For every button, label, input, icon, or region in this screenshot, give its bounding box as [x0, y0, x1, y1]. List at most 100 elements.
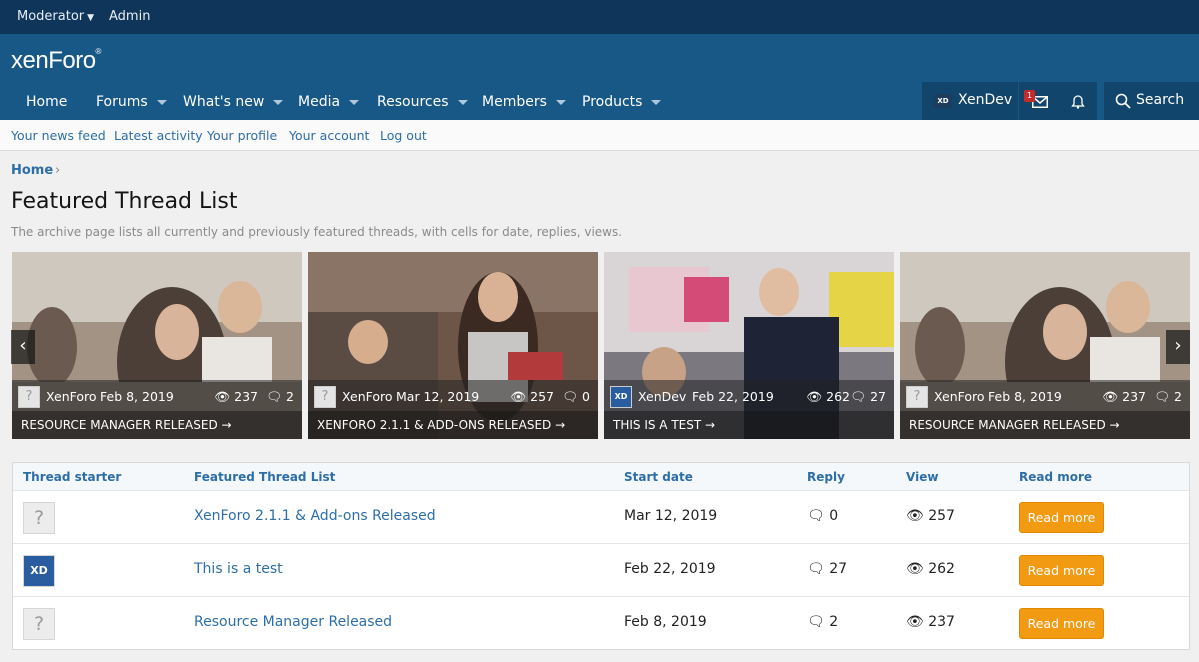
- site-header: xenForo®: [0, 34, 1199, 84]
- thread-replies: 🗨 2: [807, 614, 838, 630]
- carousel-slide[interactable]: XD XenDev Feb 22, 2019 👁 262 🗨 27 THIS I…: [604, 252, 894, 439]
- col-thread-starter[interactable]: Thread starter: [23, 470, 121, 484]
- comments-icon: 🗨: [562, 389, 579, 404]
- chevron-down-icon[interactable]: [156, 99, 167, 105]
- slide-meta: ? XenForo Mar 12, 2019 👁 257 🗨 0: [308, 380, 598, 411]
- avatar[interactable]: ?: [23, 502, 55, 534]
- col-start-date[interactable]: Start date: [624, 470, 693, 484]
- carousel-slide[interactable]: ? XenForo Feb 8, 2019 👁 237 🗨 2 RESOURCE…: [12, 252, 302, 439]
- table-row: ? Resource Manager Released Feb 8, 2019 …: [13, 597, 1189, 650]
- slide-views: 👁 237: [1102, 389, 1146, 405]
- thread-title-link[interactable]: This is a test: [194, 561, 283, 577]
- slide-date: Feb 8, 2019: [100, 389, 174, 404]
- search-button[interactable]: Search: [1104, 82, 1199, 120]
- site-logo[interactable]: xenForo®: [11, 47, 101, 75]
- staff-bar: Moderator ▼ Admin: [0, 0, 1199, 34]
- views-count: 257: [928, 508, 955, 524]
- carousel-slide[interactable]: ? XenForo Mar 12, 2019 👁 257 🗨 0 XENFORO…: [308, 252, 598, 439]
- slide-date: Mar 12, 2019: [396, 389, 480, 404]
- tab-media[interactable]: Media: [298, 84, 360, 120]
- tab-label: What's new: [183, 94, 265, 110]
- chevron-down-icon: ▼: [87, 13, 95, 23]
- avatar[interactable]: ?: [18, 386, 40, 408]
- search-label: Search: [1136, 92, 1185, 108]
- avatar[interactable]: XD: [23, 555, 55, 587]
- tab-members[interactable]: Members: [482, 84, 566, 120]
- avatar[interactable]: ?: [906, 386, 928, 408]
- eye-icon: 👁: [906, 561, 924, 577]
- read-more-button[interactable]: Read more: [1019, 555, 1104, 586]
- moderator-menu[interactable]: Moderator ▼: [17, 9, 94, 24]
- views-count: 262: [826, 389, 850, 404]
- slide-views: 👁 262: [806, 389, 850, 405]
- replies-count: 2: [1174, 389, 1182, 404]
- views-count: 257: [530, 389, 554, 404]
- carousel-next-button[interactable]: ›: [1166, 330, 1190, 364]
- slide-username[interactable]: XenForo: [46, 389, 97, 404]
- slide-replies: 🗨 2: [1154, 389, 1182, 405]
- tab-resources[interactable]: Resources: [377, 84, 468, 120]
- table-header: Thread starter Featured Thread List Star…: [13, 463, 1189, 491]
- tab-label: Products: [582, 94, 643, 110]
- thread-start-date: Feb 8, 2019: [624, 614, 707, 630]
- avatar[interactable]: ?: [314, 386, 336, 408]
- thread-views: 👁 237: [906, 614, 955, 630]
- carousel-prev-button[interactable]: ‹: [11, 330, 35, 364]
- breadcrumb[interactable]: Home: [11, 163, 53, 178]
- subnav-log-out[interactable]: Log out: [380, 128, 427, 143]
- replies-count: 2: [286, 389, 294, 404]
- eye-icon: 👁: [510, 389, 527, 404]
- chevron-down-icon[interactable]: [457, 99, 468, 105]
- tab-products[interactable]: Products: [582, 84, 662, 120]
- alerts-button[interactable]: [1059, 82, 1097, 120]
- slide-username[interactable]: XenDev: [638, 389, 686, 404]
- subnav-your-account[interactable]: Your account: [289, 128, 369, 143]
- tab-home[interactable]: Home: [26, 84, 67, 120]
- account-menu[interactable]: XD XenDev: [922, 82, 1018, 120]
- subnav-your-profile[interactable]: Your profile: [207, 128, 277, 143]
- tab-label: Forums: [96, 94, 148, 110]
- thread-title-link[interactable]: XenForo 2.1.1 & Add-ons Released: [194, 508, 436, 524]
- thread-title-link[interactable]: Resource Manager Released: [194, 614, 392, 630]
- slide-caption-link[interactable]: THIS IS A TEST →: [604, 411, 894, 439]
- subnav-latest-activity[interactable]: Latest activity: [114, 128, 203, 143]
- read-more-button[interactable]: Read more: [1019, 608, 1104, 639]
- chevron-down-icon[interactable]: [651, 99, 662, 105]
- tab-label: Resources: [377, 94, 449, 110]
- comments-icon: 🗨: [807, 614, 825, 630]
- col-thread-title[interactable]: Featured Thread List: [194, 470, 335, 484]
- chevron-down-icon[interactable]: [349, 99, 360, 105]
- chevron-right-icon: ›: [1174, 335, 1182, 356]
- slide-caption-link[interactable]: XENFORO 2.1.1 & ADD-ONS RELEASED →: [308, 411, 598, 439]
- slide-meta: XD XenDev Feb 22, 2019 👁 262 🗨 27: [604, 380, 894, 411]
- slide-caption-link[interactable]: RESOURCE MANAGER RELEASED →: [12, 411, 302, 439]
- replies-count: 27: [870, 389, 886, 404]
- featured-thread-table: Thread starter Featured Thread List Star…: [12, 462, 1190, 650]
- slide-meta: ? XenForo Feb 8, 2019 👁 237 🗨 2: [12, 380, 302, 411]
- admin-link[interactable]: Admin: [109, 9, 150, 24]
- avatar[interactable]: ?: [23, 608, 55, 640]
- slide-views: 👁 237: [214, 389, 258, 405]
- slide-views: 👁 257: [510, 389, 554, 405]
- bell-icon: [1071, 95, 1085, 109]
- tab-whats-new[interactable]: What's new: [183, 84, 284, 120]
- chevron-down-icon[interactable]: [273, 99, 284, 105]
- slide-date: Feb 22, 2019: [692, 389, 774, 404]
- slide-date: Feb 8, 2019: [988, 389, 1062, 404]
- col-reply[interactable]: Reply: [807, 470, 845, 484]
- logo-text: xenForo: [11, 47, 96, 74]
- slide-username[interactable]: XenForo: [342, 389, 393, 404]
- account-name: XenDev: [958, 92, 1013, 108]
- avatar[interactable]: XD: [610, 386, 632, 408]
- carousel-slide[interactable]: ? XenForo Feb 8, 2019 👁 237 🗨 2 RESOURCE…: [900, 252, 1190, 439]
- read-more-button[interactable]: Read more: [1019, 502, 1104, 533]
- eye-icon: 👁: [1102, 389, 1119, 404]
- chevron-down-icon[interactable]: [555, 99, 566, 105]
- subnav-news-feed[interactable]: Your news feed: [11, 128, 106, 143]
- table-row: XD This is a test Feb 22, 2019 🗨 27 👁 26…: [13, 544, 1189, 597]
- eye-icon: 👁: [806, 389, 823, 404]
- tab-forums[interactable]: Forums: [96, 84, 167, 120]
- slide-username[interactable]: XenForo: [934, 389, 985, 404]
- col-view[interactable]: View: [906, 470, 938, 484]
- slide-caption-link[interactable]: RESOURCE MANAGER RELEASED →: [900, 411, 1190, 439]
